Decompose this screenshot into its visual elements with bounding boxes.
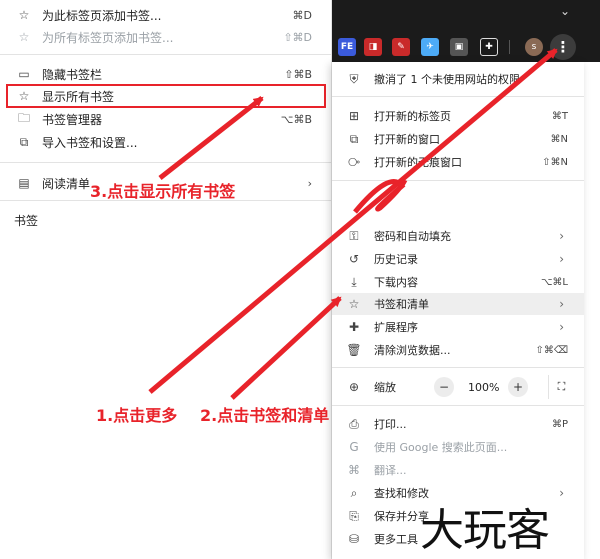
hide-bookmarks-bar-item[interactable]: ▭ 隐藏书签栏 ⇧⌘B bbox=[0, 63, 332, 85]
reading-list-icon: ▤ bbox=[18, 176, 30, 190]
pen-extension-icon[interactable]: ✎ bbox=[392, 38, 410, 56]
watermark: 大玩客 bbox=[420, 505, 550, 556]
bookmark-manager-item[interactable]: 🗀 书签管理器 ⌥⌘B bbox=[0, 108, 332, 130]
step1-annotation: 1.点击更多 bbox=[96, 406, 178, 425]
bookmarks-bar-icon: ▭ bbox=[18, 67, 30, 81]
key-icon: ⚿ bbox=[349, 228, 359, 243]
avatar[interactable]: s bbox=[525, 38, 543, 56]
bird-extension-icon[interactable]: ✈ bbox=[421, 38, 439, 56]
chevron-right-icon: › bbox=[559, 297, 564, 311]
fe-extension-icon[interactable]: FE bbox=[338, 38, 356, 56]
translate-item: ⌘ 翻译... bbox=[348, 463, 407, 477]
bookmarks-heading: 书签 bbox=[14, 214, 39, 228]
zoom-level: 100% bbox=[468, 380, 500, 394]
star-icon: ☆ bbox=[18, 30, 30, 44]
folder-icon: 🗀 bbox=[17, 110, 30, 125]
new-tab-item[interactable]: ⊞ 打开新的标签页 ⌘T bbox=[332, 105, 584, 127]
find-icon: ⌕ bbox=[350, 485, 358, 500]
trash-icon: 🗑 bbox=[346, 343, 362, 357]
book-extension-icon[interactable]: ◨ bbox=[364, 38, 382, 56]
puzzle-icon: ✚ bbox=[348, 320, 360, 334]
zoom-row: ⊕ 缩放 − 100% + ⛶ bbox=[332, 375, 584, 399]
menu-divider bbox=[0, 162, 332, 163]
chrome-main-menu: ⛨ 撤消了 1 个未使用网站的权限 ⊞ 打开新的标签页 ⌘T ⧉ 打开新的窗口 … bbox=[332, 62, 584, 559]
translate-icon: ⌘ bbox=[348, 463, 360, 477]
menu-divider bbox=[332, 180, 584, 181]
fullscreen-button[interactable]: ⛶ bbox=[548, 375, 574, 399]
import-bookmarks-item[interactable]: ⧉ 导入书签和设置... bbox=[0, 131, 332, 153]
clear-browsing-data-item[interactable]: 🗑 清除浏览数据... ⇧⌘⌫ bbox=[332, 339, 584, 361]
printer-icon: ⎙ bbox=[349, 416, 359, 431]
star-icon: ☆ bbox=[18, 8, 30, 22]
more-button[interactable]: ⋮ bbox=[550, 34, 576, 60]
save-icon: ⎘ bbox=[349, 508, 359, 523]
import-icon: ⧉ bbox=[19, 134, 29, 149]
new-window-icon: ⧉ bbox=[349, 131, 359, 146]
google-icon: G bbox=[349, 440, 359, 454]
toolbox-icon: ⛁ bbox=[348, 532, 360, 546]
more-vertical-icon: ⋮ bbox=[555, 37, 571, 56]
passwords-autofill-item[interactable]: ⚿ 密码和自动填充 › bbox=[332, 225, 584, 247]
history-item[interactable]: ↺ 历史记录 › bbox=[332, 248, 584, 270]
screen-extension-icon[interactable]: ▣ bbox=[450, 38, 468, 56]
add-bookmark-item[interactable]: ☆ 为此标签页添加书签... ⌘D bbox=[0, 4, 332, 26]
chevron-right-icon: › bbox=[559, 320, 564, 334]
menu-divider bbox=[0, 54, 332, 55]
chevron-right-icon: › bbox=[559, 486, 564, 500]
google-search-page-item: G 使用 Google 搜索此页面... bbox=[332, 436, 584, 458]
chevron-down-icon[interactable]: ⌄ bbox=[560, 4, 570, 18]
downloads-item[interactable]: ⤓ 下载内容 ⌥⌘L bbox=[332, 271, 584, 293]
zoom-out-button[interactable]: − bbox=[434, 377, 454, 397]
bookmarks-lists-item[interactable]: ☆ 书签和清单 › bbox=[332, 293, 584, 315]
puzzle-extension-icon[interactable]: ✚ bbox=[480, 38, 498, 56]
zoom-in-button[interactable]: + bbox=[508, 377, 528, 397]
shield-icon: ⛨ bbox=[349, 71, 359, 86]
new-incognito-item[interactable]: ⧂ 打开新的无痕窗口 ⇧⌘N bbox=[332, 151, 584, 173]
new-window-item[interactable]: ⧉ 打开新的窗口 ⌘N bbox=[332, 128, 584, 150]
new-tab-icon: ⊞ bbox=[348, 109, 360, 123]
step3-annotation: 3.点击显示所有书签 bbox=[90, 182, 236, 201]
zoom-icon: ⊕ bbox=[348, 380, 360, 394]
bookmark-all-tabs-item: ☆ 为所有标签页添加书签... ⇧⌘D bbox=[0, 26, 332, 48]
download-icon: ⤓ bbox=[351, 274, 357, 289]
step2-annotation: 2.点击书签和清单 bbox=[200, 406, 330, 425]
incognito-icon: ⧂ bbox=[347, 154, 360, 169]
chevron-right-icon: › bbox=[307, 176, 312, 190]
chevron-right-icon: › bbox=[559, 229, 564, 243]
chevron-right-icon: › bbox=[559, 252, 564, 266]
bookmarks-submenu: ☆ 为此标签页添加书签... ⌘D ☆ 为所有标签页添加书签... ⇧⌘D ▭ … bbox=[0, 0, 332, 559]
print-item[interactable]: ⎙ 打印... ⌘P bbox=[332, 413, 584, 435]
toolbar-divider bbox=[509, 40, 510, 54]
highlight-box bbox=[6, 84, 326, 108]
menu-divider bbox=[332, 367, 584, 368]
permissions-notice-item[interactable]: ⛨ 撤消了 1 个未使用网站的权限 bbox=[332, 68, 584, 90]
history-icon: ↺ bbox=[348, 252, 360, 266]
menu-divider bbox=[332, 405, 584, 406]
menu-divider bbox=[332, 96, 584, 97]
browser-toolbar: ⌄ FE ◨ ✎ ✈ ▣ ✚ s ⋮ bbox=[332, 0, 600, 62]
extensions-item[interactable]: ✚ 扩展程序 › bbox=[332, 316, 584, 338]
fullscreen-icon: ⛶ bbox=[557, 380, 566, 393]
star-icon: ☆ bbox=[348, 297, 360, 311]
